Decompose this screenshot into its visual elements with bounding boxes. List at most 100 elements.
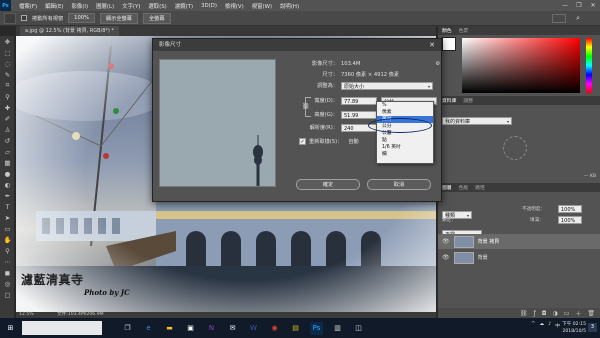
fit-to-select[interactable]: 原始大小 bbox=[341, 81, 433, 90]
library-select[interactable]: 我的資料庫 bbox=[442, 117, 512, 125]
fit-screen-button[interactable]: 顯示全螢幕 bbox=[99, 12, 138, 24]
ime-indicator[interactable]: 中 bbox=[555, 322, 560, 329]
unit-option-points[interactable]: 點 bbox=[377, 137, 433, 144]
brush-tool-icon[interactable]: ✐ bbox=[0, 113, 15, 124]
layer-row[interactable]: 👁 背景 bbox=[438, 250, 600, 265]
type-tool-icon[interactable]: T bbox=[0, 201, 15, 212]
taskbar-search-box[interactable] bbox=[22, 321, 102, 335]
dialog-close-button[interactable]: ✕ bbox=[429, 39, 435, 51]
quick-select-tool-icon[interactable]: ✎ bbox=[0, 69, 15, 80]
color-swatches-icon[interactable]: ◼ bbox=[0, 267, 15, 278]
pen-tool-icon[interactable]: ✒ bbox=[0, 190, 15, 201]
new-fill-layer-icon[interactable]: ◑ bbox=[552, 310, 557, 317]
crop-tool-icon[interactable]: ⌗ bbox=[0, 80, 15, 91]
layer-name[interactable]: 背景 bbox=[478, 254, 488, 261]
visibility-eye-icon[interactable]: 👁 bbox=[442, 254, 450, 261]
tab-libraries[interactable]: 資料庫 bbox=[442, 97, 456, 104]
layer-style-icon[interactable]: ƒ bbox=[534, 310, 536, 317]
screen-mode-icon[interactable]: ▢ bbox=[0, 289, 15, 300]
marquee-tool-icon[interactable]: ⬚ bbox=[0, 47, 15, 58]
document-tab[interactable]: a.jpg @ 12.5% (背景 拷貝, RGB/8*) * bbox=[20, 26, 119, 36]
gradient-tool-icon[interactable]: ▦ bbox=[0, 157, 15, 168]
hand-tool-preset[interactable] bbox=[4, 12, 16, 24]
fill-field[interactable]: 100% bbox=[558, 216, 582, 224]
delete-layer-icon[interactable]: 🗑 bbox=[587, 310, 595, 317]
menu-3d[interactable]: 3D(D) bbox=[197, 3, 221, 9]
zoom-tool-icon[interactable]: ⚲ bbox=[0, 245, 15, 256]
photoshop-logo[interactable]: Ps bbox=[0, 0, 11, 11]
blur-tool-icon[interactable]: ● bbox=[0, 168, 15, 179]
unit-option-picas[interactable]: 1/6 英吋 bbox=[377, 144, 433, 151]
eraser-tool-icon[interactable]: ▱ bbox=[0, 146, 15, 157]
width-field[interactable]: 77.89 bbox=[341, 96, 377, 105]
menu-select[interactable]: 選取(S) bbox=[144, 2, 170, 10]
close-button[interactable]: ✕ bbox=[586, 0, 600, 11]
visibility-eye-icon[interactable]: 👁 bbox=[442, 238, 450, 245]
move-tool-icon[interactable]: ✥ bbox=[0, 36, 15, 47]
height-field[interactable]: 51.99 bbox=[341, 110, 377, 119]
folder-icon[interactable]: ▤ bbox=[289, 322, 302, 335]
menu-type[interactable]: 文字(Y) bbox=[118, 2, 144, 10]
tab-color[interactable]: 顏色 bbox=[442, 27, 452, 34]
resample-value[interactable]: 自動 bbox=[348, 138, 358, 145]
fill-screen-button[interactable]: 全螢幕 bbox=[142, 12, 171, 24]
tab-adjustments[interactable]: 調整 bbox=[463, 97, 473, 104]
photoshop-taskbar-icon[interactable]: Ps bbox=[310, 321, 323, 335]
menu-layer[interactable]: 圖層(L) bbox=[92, 2, 118, 10]
chrome-icon[interactable]: ◉ bbox=[268, 322, 281, 335]
history-brush-icon[interactable]: ↺ bbox=[0, 135, 15, 146]
opacity-field[interactable]: 100% bbox=[558, 205, 582, 213]
app-icon[interactable]: ▥ bbox=[331, 322, 344, 335]
unit-option-columns[interactable]: 欄 bbox=[377, 151, 433, 158]
ok-button[interactable]: 確定 bbox=[296, 179, 360, 190]
store-icon[interactable]: ▣ bbox=[184, 322, 197, 335]
eyedropper-tool-icon[interactable]: ⚲ bbox=[0, 91, 15, 102]
task-view-icon[interactable]: ❐ bbox=[121, 322, 134, 335]
menu-window[interactable]: 視窗(W) bbox=[248, 2, 276, 10]
lasso-tool-icon[interactable]: ◌ bbox=[0, 58, 15, 69]
dialog-gear-icon[interactable]: ⚙ bbox=[435, 61, 440, 67]
layer-name[interactable]: 背景 拷貝 bbox=[478, 238, 500, 245]
notification-center-icon[interactable]: 3 bbox=[588, 323, 597, 332]
color-field[interactable] bbox=[462, 38, 580, 93]
minimize-button[interactable]: — bbox=[558, 0, 572, 11]
word-icon[interactable]: W bbox=[247, 322, 260, 335]
unit-option-pixels[interactable]: 像素 bbox=[377, 109, 433, 116]
scroll-all-checkbox[interactable] bbox=[21, 15, 27, 21]
foreground-swatch[interactable] bbox=[442, 37, 456, 51]
unit-option-percent[interactable]: % bbox=[377, 102, 433, 109]
resample-checkbox[interactable]: ✓ bbox=[299, 138, 306, 145]
dodge-tool-icon[interactable]: ◐ bbox=[0, 179, 15, 190]
workspace-icon[interactable] bbox=[552, 14, 566, 23]
menu-file[interactable]: 檔案(F) bbox=[15, 2, 41, 10]
windows-start-icon[interactable]: ⊞ bbox=[4, 322, 17, 335]
app-icon-2[interactable]: ◫ bbox=[352, 322, 365, 335]
tray-chevron-icon[interactable]: ^ bbox=[531, 322, 535, 329]
hand-tool-icon[interactable]: ✋ bbox=[0, 234, 15, 245]
menu-edit[interactable]: 編輯(E) bbox=[41, 2, 67, 10]
file-explorer-icon[interactable]: ▬ bbox=[163, 322, 176, 335]
volume-icon[interactable]: ♪ bbox=[548, 322, 551, 329]
mail-icon[interactable]: ✉ bbox=[226, 322, 239, 335]
tab-swatches[interactable]: 色票 bbox=[459, 27, 469, 34]
clock[interactable]: 下午 02:15 2018/10/5 bbox=[562, 321, 586, 335]
onenote-icon[interactable]: N bbox=[205, 322, 218, 335]
edge-icon[interactable]: e bbox=[142, 322, 155, 335]
healing-tool-icon[interactable]: ✚ bbox=[0, 102, 15, 113]
dialog-preview[interactable] bbox=[159, 59, 276, 187]
zoom-100-button[interactable]: 100% bbox=[68, 13, 95, 23]
cancel-button[interactable]: 取消 bbox=[367, 179, 431, 190]
layer-row[interactable]: 👁 背景 拷貝 bbox=[438, 234, 600, 249]
new-layer-icon[interactable]: ＋ bbox=[575, 309, 581, 318]
shape-tool-icon[interactable]: ▭ bbox=[0, 223, 15, 234]
link-layers-icon[interactable]: ⛓ bbox=[520, 310, 528, 317]
search-icon[interactable]: ⌕ bbox=[576, 14, 580, 23]
more-tools-icon[interactable]: ⋯ bbox=[0, 256, 15, 267]
quick-mask-icon[interactable]: ◎ bbox=[0, 278, 15, 289]
menu-image[interactable]: 影像(I) bbox=[68, 2, 93, 10]
tab-layers[interactable]: 圖層 bbox=[442, 184, 452, 191]
menu-filter[interactable]: 濾鏡(T) bbox=[171, 2, 197, 10]
menu-view[interactable]: 檢視(V) bbox=[221, 2, 248, 10]
tab-channels[interactable]: 色版 bbox=[459, 184, 469, 191]
restore-button[interactable]: ❐ bbox=[572, 0, 586, 11]
